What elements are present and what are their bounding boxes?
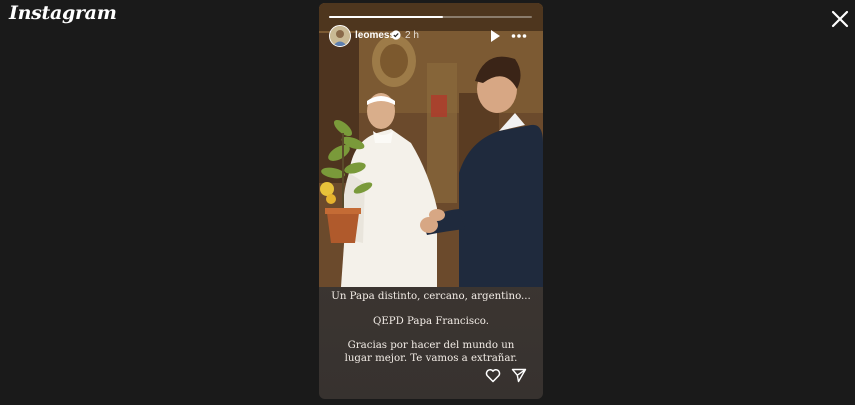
like-button[interactable] [485, 368, 501, 383]
story-time: 2 h [405, 30, 419, 41]
more-icon [511, 34, 527, 38]
caption-line-3: Gracias por hacer del mundo un lugar mej… [344, 340, 518, 364]
story-photo [319, 3, 543, 288]
avatar-image [330, 26, 350, 46]
more-options-button[interactable] [511, 29, 527, 43]
caption-line-2: QEPD Papa Francisco. [372, 316, 490, 327]
play-button[interactable] [489, 29, 501, 43]
story-photo-illustration [319, 3, 543, 288]
caption-line-1: Un Papa distinto, cercano, argentino... [331, 291, 531, 302]
share-button[interactable] [511, 368, 527, 383]
send-icon [511, 368, 527, 383]
verified-badge-icon [391, 30, 401, 40]
story-viewer[interactable]: leomessi 2 h Un Papa distinto, cercano, … [319, 3, 543, 399]
play-icon [491, 30, 500, 42]
avatar[interactable] [329, 25, 351, 47]
story-progress-fill [329, 16, 443, 18]
heart-icon [485, 369, 501, 383]
instagram-logo[interactable]: Instagram [9, 2, 117, 24]
close-icon [831, 10, 849, 28]
story-progress-bar [329, 16, 532, 18]
close-button[interactable] [829, 8, 851, 30]
